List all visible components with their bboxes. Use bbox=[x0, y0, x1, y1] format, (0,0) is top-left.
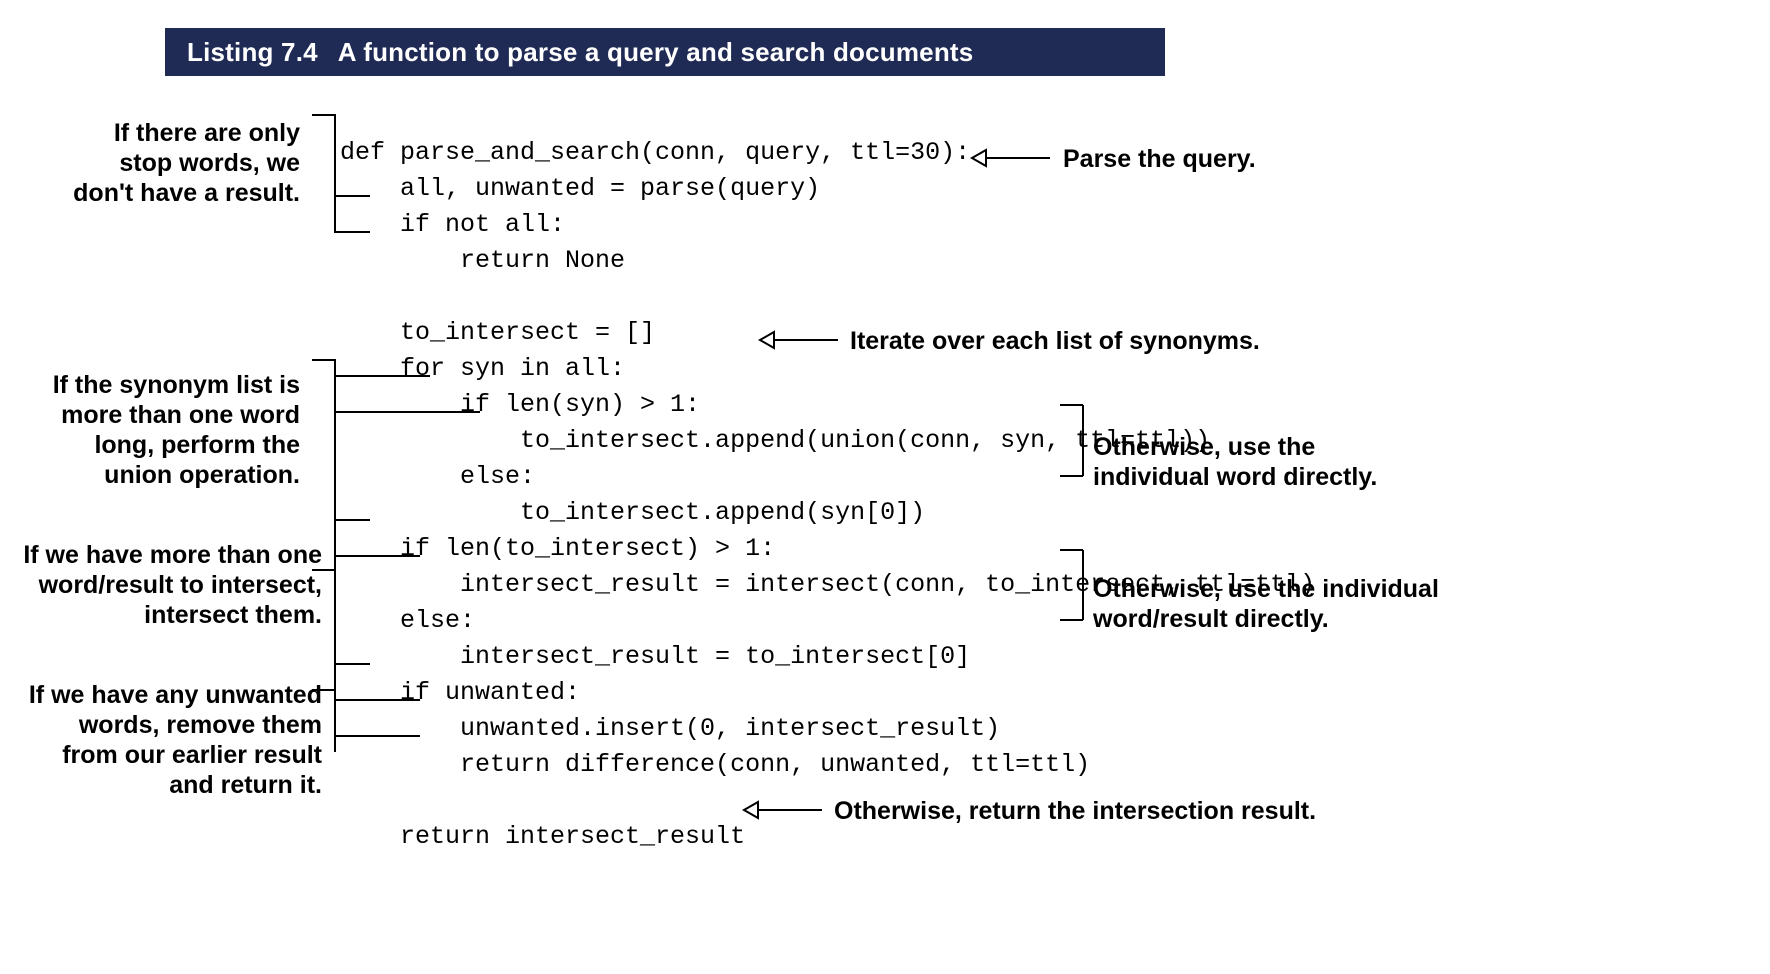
annotation-stop-words: If there are onlystop words, wedon't hav… bbox=[0, 118, 300, 208]
annotation-intersect: If we have more than oneword/result to i… bbox=[0, 540, 322, 630]
code-block: def parse_and_search(conn, query, ttl=30… bbox=[340, 135, 1315, 855]
listing-number: Listing 7.4 bbox=[187, 37, 318, 67]
annotation-unwanted: If we have any unwantedwords, remove the… bbox=[0, 680, 322, 800]
listing-header: Listing 7.4 A function to parse a query a… bbox=[165, 28, 1165, 76]
listing-page: Listing 7.4 A function to parse a query a… bbox=[0, 0, 1770, 974]
annotation-return: Otherwise, return the intersection resul… bbox=[834, 796, 1316, 826]
annotation-parse: Parse the query. bbox=[1063, 144, 1256, 174]
annotation-individual-word: Otherwise, use theindividual word direct… bbox=[1093, 432, 1413, 492]
annotation-iterate: Iterate over each list of synonyms. bbox=[850, 326, 1260, 356]
annotation-union: If the synonym list ismore than one word… bbox=[0, 370, 300, 490]
annotation-individual-result: Otherwise, use the individualword/result… bbox=[1093, 574, 1493, 634]
listing-title: A function to parse a query and search d… bbox=[338, 37, 974, 67]
